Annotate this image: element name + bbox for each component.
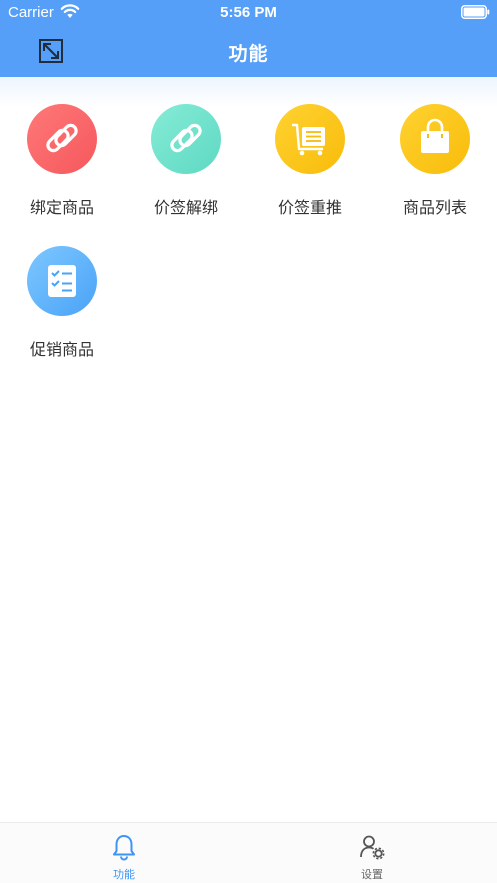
status-time: 5:56 PM — [220, 4, 277, 21]
promo-products-circle — [27, 246, 97, 316]
shopping-bag-icon — [421, 118, 449, 153]
function-label: 促销商品 — [29, 342, 94, 359]
tab-bar: 功能 设置 — [0, 822, 497, 883]
unbind-label-circle — [151, 104, 221, 174]
user-settings-icon — [360, 835, 385, 860]
function-product-list[interactable]: 商品列表 — [383, 104, 493, 234]
bind-product-circle — [27, 104, 97, 174]
page-title: 功能 — [228, 44, 269, 65]
cart-list-icon — [292, 123, 325, 156]
link-icon — [170, 123, 202, 153]
function-label: 价签重推 — [277, 200, 342, 217]
function-promo-products[interactable]: 促销商品 — [10, 246, 120, 376]
bell-icon — [113, 835, 135, 861]
function-label: 商品列表 — [402, 200, 467, 217]
function-label: 绑定商品 — [29, 200, 94, 217]
product-list-circle — [400, 104, 470, 174]
tab-label: 功能 — [113, 869, 135, 881]
function-unbind-label[interactable]: 价签解绑 — [134, 104, 244, 234]
tab-label: 设置 — [361, 869, 383, 881]
function-label: 价签解绑 — [153, 200, 218, 217]
repush-label-circle — [275, 104, 345, 174]
function-bind-product[interactable]: 绑定商品 — [10, 104, 120, 234]
status-bar: Carrier 5:56 PM — [0, 0, 497, 26]
function-repush-label[interactable]: 价签重推 — [258, 104, 368, 234]
tab-functions[interactable]: 功能 — [84, 823, 164, 883]
battery-icon — [461, 5, 490, 19]
link-icon — [46, 123, 78, 153]
checklist-icon — [48, 265, 76, 297]
tab-settings[interactable]: 设置 — [332, 823, 412, 883]
header-shadow — [0, 77, 497, 107]
header: Carrier 5:56 PM 功能 — [0, 0, 497, 77]
